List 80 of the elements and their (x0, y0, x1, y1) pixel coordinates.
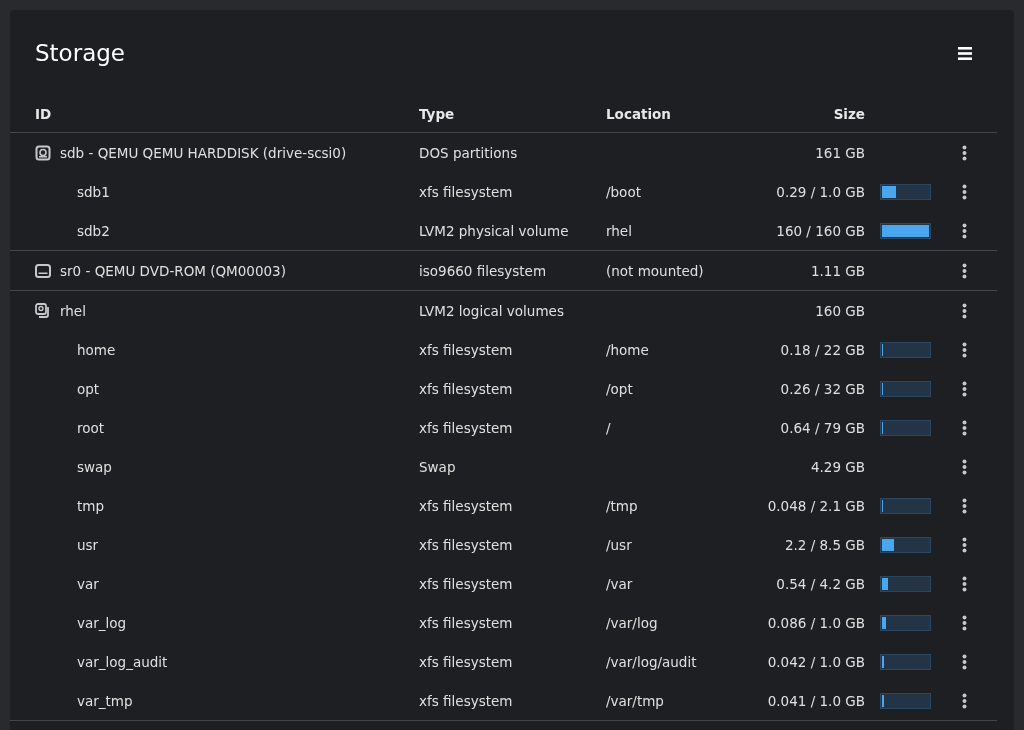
size-cell: 160 GB (815, 302, 865, 319)
size-cell: 1.11 GB (810, 262, 865, 279)
type-cell: xfs filesystem (419, 497, 513, 514)
type-cell: xfs filesystem (419, 183, 513, 200)
device-name: tmp (77, 497, 104, 514)
device-name: sdb - QEMU QEMU HARDDISK (drive-scsi0) (60, 144, 347, 161)
size-cell: 0.048 / 2.1 GB (767, 497, 865, 514)
location-cell: rhel (606, 222, 632, 239)
size-cell: 0.18 / 22 GB (780, 341, 865, 358)
size-cell: 160 / 160 GB (776, 222, 865, 239)
menu-button[interactable] (956, 44, 974, 62)
type-cell: DOS partitions (419, 144, 518, 161)
type-cell: xfs filesystem (419, 692, 513, 709)
type-cell: iso9660 filesystem (419, 262, 547, 279)
type-cell: xfs filesystem (419, 419, 513, 436)
kebab-menu-button[interactable] (961, 380, 967, 397)
column-header: Size (833, 106, 865, 122)
device-name: var_log_audit (77, 653, 168, 670)
location-cell: /var/tmp (606, 692, 664, 709)
size-cell: 0.086 / 1.0 GB (767, 614, 865, 631)
size-cell: 0.041 / 1.0 GB (767, 692, 865, 709)
kebab-menu-button[interactable] (961, 692, 967, 709)
kebab-menu-button[interactable] (961, 183, 967, 200)
device-name: var_tmp (77, 692, 133, 709)
kebab-menu-button[interactable] (961, 575, 967, 592)
device-name: rhel (60, 302, 86, 319)
kebab-menu-button[interactable] (961, 341, 967, 358)
column-header: Location (606, 106, 671, 122)
device-name: sdb1 (77, 183, 110, 200)
type-cell: xfs filesystem (419, 536, 513, 553)
location-cell: /var (606, 575, 633, 592)
size-cell: 0.29 / 1.0 GB (776, 183, 865, 200)
size-cell: 2.2 / 8.5 GB (784, 536, 865, 553)
kebab-menu-button[interactable] (961, 536, 967, 553)
location-cell: /var/log (606, 614, 658, 631)
page-title: Storage (35, 40, 125, 66)
location-cell: /opt (606, 380, 633, 397)
kebab-menu-button[interactable] (961, 144, 967, 161)
type-cell: xfs filesystem (419, 653, 513, 670)
kebab-menu-button[interactable] (961, 614, 967, 631)
kebab-menu-button[interactable] (961, 653, 967, 670)
size-cell: 0.54 / 4.2 GB (776, 575, 865, 592)
column-header: ID (35, 106, 52, 122)
kebab-menu-button[interactable] (961, 302, 967, 319)
type-cell: LVM2 logical volumes (419, 302, 564, 319)
stacked-disks-icon (35, 302, 51, 319)
type-cell: Swap (419, 458, 456, 475)
kebab-menu-button[interactable] (961, 419, 967, 436)
type-cell: xfs filesystem (419, 380, 513, 397)
type-cell: xfs filesystem (419, 341, 513, 358)
location-cell: (not mounted) (606, 262, 704, 279)
location-cell: /usr (606, 536, 632, 553)
device-name: usr (77, 536, 99, 553)
size-cell: 4.29 GB (810, 458, 865, 475)
location-cell: / (606, 419, 611, 436)
location-cell: /boot (606, 183, 641, 200)
device-name: root (77, 419, 105, 436)
kebab-menu-button[interactable] (961, 458, 967, 475)
device-name: sdb2 (77, 222, 110, 239)
location-cell: /tmp (606, 497, 638, 514)
device-name: opt (77, 380, 100, 397)
type-cell: LVM2 physical volume (419, 222, 569, 239)
device-name: var (77, 575, 99, 592)
type-cell: xfs filesystem (419, 575, 513, 592)
device-name: var_log (77, 614, 127, 631)
size-cell: 0.042 / 1.0 GB (767, 653, 865, 670)
size-cell: 0.64 / 79 GB (780, 419, 865, 436)
location-cell: /var/log/audit (606, 653, 697, 670)
kebab-menu-button[interactable] (961, 222, 967, 239)
location-cell: /home (606, 341, 649, 358)
kebab-menu-button[interactable] (961, 262, 967, 279)
type-cell: xfs filesystem (419, 614, 513, 631)
device-name: sr0 - QEMU DVD-ROM (QM00003) (60, 262, 286, 279)
device-name: home (77, 341, 116, 358)
size-cell: 0.26 / 32 GB (780, 380, 865, 397)
drive-icon (35, 263, 51, 278)
column-header: Type (419, 106, 455, 122)
size-cell: 161 GB (815, 144, 865, 161)
device-name: swap (77, 458, 112, 475)
kebab-menu-button[interactable] (961, 497, 967, 514)
